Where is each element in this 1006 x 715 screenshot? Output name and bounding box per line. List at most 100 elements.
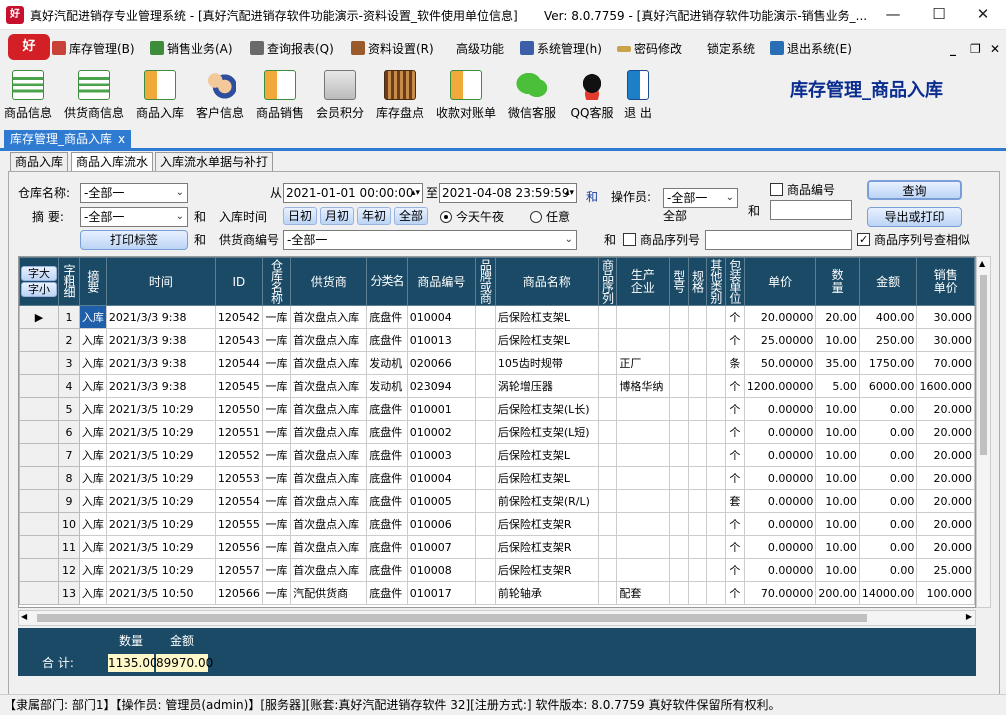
- table-cell[interactable]: [474, 581, 496, 605]
- table-cell[interactable]: 120550: [214, 397, 263, 421]
- table-cell[interactable]: [668, 558, 689, 582]
- table-cell[interactable]: [597, 558, 618, 582]
- close-window-button[interactable]: ✕: [960, 0, 1006, 30]
- tab-flow-documents[interactable]: 入库流水单据与补打: [155, 152, 274, 171]
- table-cell[interactable]: [597, 535, 618, 559]
- table-cell[interactable]: [616, 397, 670, 421]
- table-cell[interactable]: 一库: [261, 512, 292, 536]
- table-cell[interactable]: 个: [724, 512, 745, 536]
- col-serial[interactable]: 商品序列: [597, 257, 618, 306]
- table-cell[interactable]: 底盘件: [366, 328, 408, 352]
- table-cell[interactable]: [687, 466, 708, 490]
- table-cell[interactable]: [597, 466, 618, 490]
- table-cell[interactable]: [474, 351, 496, 375]
- table-cell[interactable]: [668, 328, 689, 352]
- table-cell[interactable]: 120555: [214, 512, 263, 536]
- table-cell[interactable]: 入库: [78, 351, 107, 375]
- table-cell[interactable]: [597, 443, 618, 467]
- table-cell[interactable]: 汽配供货商: [290, 581, 368, 605]
- table-cell[interactable]: 发动机: [366, 351, 408, 375]
- col-quantity[interactable]: 数量: [815, 257, 860, 306]
- row-number-cell[interactable]: 5: [58, 397, 80, 421]
- row-number-cell[interactable]: 1: [58, 305, 80, 329]
- table-cell[interactable]: 2021/3/3 9:38: [105, 374, 216, 398]
- menu-reports[interactable]: 查询报表(Q): [250, 40, 334, 58]
- table-row[interactable]: 13 入库 2021/3/5 10:50 120566 一库 汽配供货商 底盘件 010017…: [19, 581, 975, 605]
- table-cell[interactable]: 个: [724, 466, 745, 490]
- table-cell[interactable]: 120554: [214, 489, 263, 513]
- table-cell[interactable]: [687, 328, 708, 352]
- toolbar-goods-in[interactable]: 商品入库: [133, 70, 187, 124]
- table-cell[interactable]: 10.00: [815, 535, 860, 559]
- col-warehouse[interactable]: 仓库名称: [261, 257, 292, 306]
- toolbar-goods-sales[interactable]: 商品销售: [253, 70, 307, 124]
- table-cell[interactable]: [474, 374, 496, 398]
- table-cell[interactable]: 010017: [406, 581, 476, 605]
- col-pack-unit[interactable]: 包装单位: [724, 257, 745, 306]
- date-from-field[interactable]: 2021-01-01 00:00:00 ▴▾: [283, 183, 423, 203]
- summary-select[interactable]: -全部一 ⌄: [80, 207, 188, 227]
- col-goods-code[interactable]: 商品编号: [406, 257, 476, 306]
- table-cell[interactable]: 10.00: [815, 420, 860, 444]
- table-cell[interactable]: 首次盘点入库: [290, 305, 368, 329]
- table-cell[interactable]: [668, 443, 689, 467]
- table-cell[interactable]: [474, 489, 496, 513]
- day-start-button[interactable]: 日初: [283, 207, 317, 225]
- table-cell[interactable]: 首次盘点入库: [290, 328, 368, 352]
- table-row[interactable]: 5 入库 2021/3/5 10:29 120550 一库 首次盘点入库 底盘件 010001…: [19, 397, 975, 421]
- col-summary[interactable]: 摘要: [78, 257, 107, 306]
- table-cell[interactable]: 0.00000: [743, 489, 817, 513]
- table-cell[interactable]: 底盘件: [366, 512, 408, 536]
- table-cell[interactable]: [706, 351, 726, 375]
- row-number-cell[interactable]: 2: [58, 328, 80, 352]
- table-cell[interactable]: 120542: [214, 305, 263, 329]
- export-print-button[interactable]: 导出或打印: [867, 207, 962, 227]
- col-supplier[interactable]: 供货商: [290, 257, 368, 306]
- table-cell[interactable]: 20.00000: [743, 305, 817, 329]
- table-cell[interactable]: 后保险杠支架R: [494, 512, 599, 536]
- table-cell[interactable]: 一库: [261, 489, 292, 513]
- minimize-button[interactable]: —: [870, 0, 916, 30]
- table-cell[interactable]: 010005: [406, 489, 476, 513]
- table-cell[interactable]: 入库: [78, 466, 107, 490]
- table-cell[interactable]: [474, 328, 496, 352]
- table-cell[interactable]: 正厂: [616, 351, 670, 375]
- table-cell[interactable]: [616, 443, 670, 467]
- toolbar-statement[interactable]: 收款对账单: [431, 70, 501, 124]
- table-row[interactable]: ▶ 1 入库 2021/3/3 9:38 120542 一库 首次盘点入库 底盘件 010004…: [19, 305, 975, 329]
- row-number-cell[interactable]: 3: [58, 351, 80, 375]
- any-time-radio[interactable]: 任意: [530, 208, 570, 226]
- table-cell[interactable]: 套: [724, 489, 745, 513]
- row-number-cell[interactable]: 13: [58, 581, 80, 605]
- table-cell[interactable]: [668, 466, 689, 490]
- row-number-cell[interactable]: 12: [58, 558, 80, 582]
- table-cell[interactable]: [597, 397, 618, 421]
- col-brand[interactable]: 品牌或商: [474, 257, 496, 306]
- row-marker-cell[interactable]: [19, 351, 59, 375]
- menu-system[interactable]: 系统管理(h): [520, 40, 602, 58]
- row-marker-cell[interactable]: [19, 397, 59, 421]
- table-cell[interactable]: 20.000: [916, 397, 975, 421]
- table-cell[interactable]: 2021/3/3 9:38: [105, 351, 216, 375]
- table-row[interactable]: 2 入库 2021/3/3 9:38 120543 一库 首次盘点入库 底盘件 010013 后…: [19, 328, 975, 352]
- vertical-scrollbar[interactable]: ▲: [976, 256, 991, 608]
- table-row[interactable]: 4 入库 2021/3/3 9:38 120545 一库 首次盘点入库 发动机 023094 涡…: [19, 374, 975, 398]
- table-cell[interactable]: 2021/3/5 10:29: [105, 443, 216, 467]
- table-cell[interactable]: [616, 558, 670, 582]
- table-cell[interactable]: 120566: [214, 581, 263, 605]
- today-midnight-radio[interactable]: 今天午夜: [440, 208, 504, 226]
- table-cell[interactable]: 底盘件: [366, 397, 408, 421]
- row-marker-cell[interactable]: [19, 420, 59, 444]
- table-cell[interactable]: 0.00000: [743, 420, 817, 444]
- table-cell[interactable]: 入库: [78, 558, 107, 582]
- row-marker-cell[interactable]: [19, 512, 59, 536]
- table-cell[interactable]: 25.00000: [743, 328, 817, 352]
- toolbar-supplier-info[interactable]: 供货商信息: [60, 70, 128, 124]
- tab-goods-in[interactable]: 商品入库: [10, 152, 69, 171]
- table-cell[interactable]: [687, 420, 708, 444]
- table-cell[interactable]: 一库: [261, 351, 292, 375]
- row-marker-cell[interactable]: [19, 466, 59, 490]
- table-cell[interactable]: 博格华纳: [616, 374, 670, 398]
- menu-settings[interactable]: 资料设置(R): [351, 40, 434, 58]
- table-cell[interactable]: 2021/3/3 9:38: [105, 328, 216, 352]
